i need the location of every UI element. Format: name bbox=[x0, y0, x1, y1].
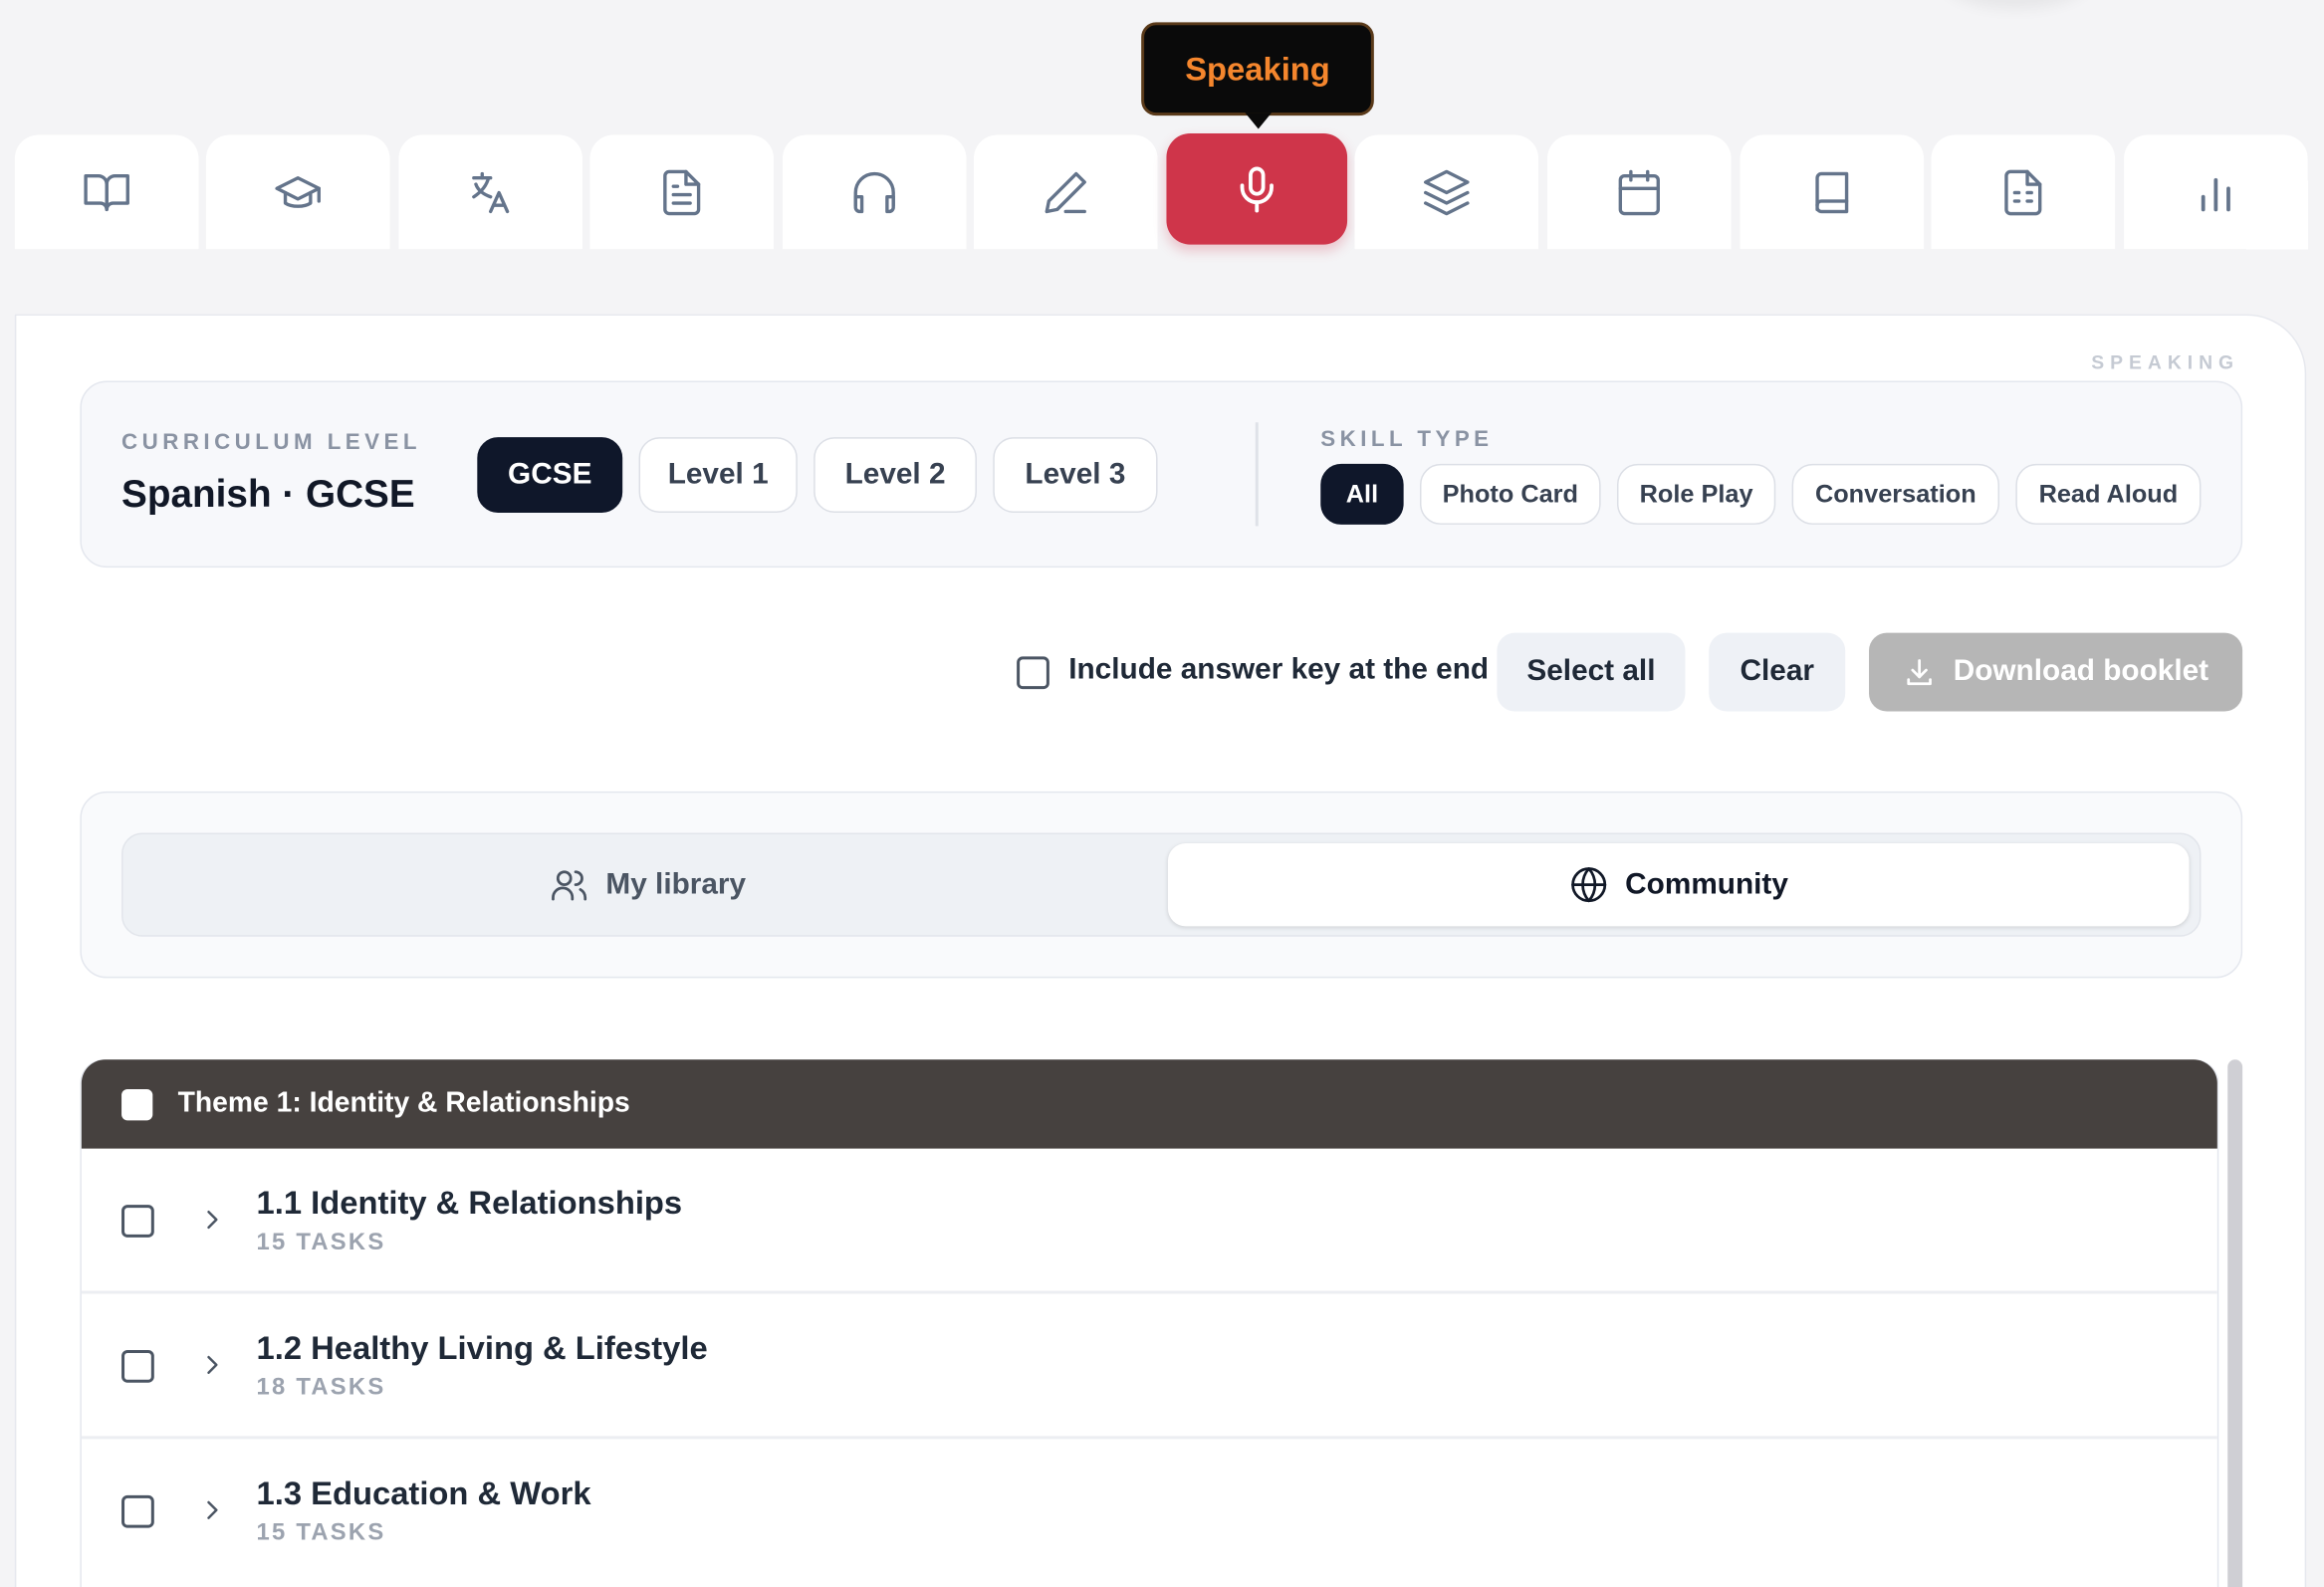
tab-reading[interactable] bbox=[14, 134, 199, 250]
chevron-right-icon[interactable] bbox=[198, 1207, 225, 1234]
download-booklet-button[interactable]: Download booklet bbox=[1869, 632, 2243, 712]
graduation-cap-icon bbox=[275, 175, 321, 208]
row-checkbox-1[interactable] bbox=[121, 1205, 154, 1238]
headphones-icon bbox=[853, 171, 895, 213]
level-pill-gcse[interactable]: GCSE bbox=[477, 437, 623, 514]
row-count-2: 18 TASKS bbox=[256, 1375, 386, 1401]
tooltip-arrow bbox=[1245, 113, 1273, 129]
curriculum-title: Spanish · GCSE bbox=[121, 471, 415, 517]
skill-type-label: SKILL TYPE bbox=[1320, 426, 1494, 452]
theme-checkbox[interactable] bbox=[121, 1089, 153, 1121]
my-library-label: My library bbox=[605, 867, 747, 901]
translate-icon bbox=[472, 171, 510, 213]
tab-calendar[interactable] bbox=[1547, 134, 1732, 250]
download-booklet-label: Download booklet bbox=[1953, 654, 2209, 688]
pencil-icon bbox=[1045, 171, 1086, 213]
speaking-tooltip: Speaking bbox=[1141, 22, 1374, 116]
answer-key-checkbox[interactable] bbox=[1017, 656, 1049, 690]
curriculum-level-label: CURRICULUM LEVEL bbox=[121, 429, 421, 455]
row-checkbox-3[interactable] bbox=[121, 1494, 154, 1528]
book-open-icon bbox=[84, 173, 129, 211]
calendar-icon bbox=[1618, 168, 1660, 215]
panel-divider bbox=[1255, 422, 1259, 527]
row-count-3: 15 TASKS bbox=[256, 1520, 386, 1546]
worksheet-icon bbox=[2004, 168, 2042, 215]
clear-button[interactable]: Clear bbox=[1709, 632, 1846, 712]
row-divider bbox=[81, 1290, 2217, 1293]
microphone-icon bbox=[1240, 165, 1274, 212]
row-title-1[interactable]: 1.1 Identity & Relationships bbox=[257, 1184, 683, 1223]
tab-translation[interactable] bbox=[398, 134, 582, 250]
row-count-1: 15 TASKS bbox=[256, 1230, 386, 1255]
globe-icon bbox=[1570, 867, 1606, 903]
document-icon bbox=[663, 168, 701, 215]
select-all-button[interactable]: Select all bbox=[1497, 632, 1686, 712]
row-divider bbox=[81, 1436, 2217, 1439]
app-stage: Speaking SPEAKING CURRICULUM LEVEL Spani… bbox=[0, 0, 2324, 1587]
my-library-tab[interactable]: My library bbox=[133, 843, 1162, 926]
theme-title: Theme 1: Identity & Relationships bbox=[177, 1087, 630, 1119]
users-icon bbox=[551, 870, 586, 901]
layers-icon bbox=[1424, 168, 1470, 215]
chevron-right-icon[interactable] bbox=[198, 1352, 225, 1379]
tab-worksheets[interactable] bbox=[1931, 134, 2116, 250]
tab-writing[interactable] bbox=[973, 134, 1158, 250]
skill-chip-read-aloud[interactable]: Read Aloud bbox=[2015, 463, 2202, 525]
tab-documents[interactable] bbox=[589, 134, 775, 250]
bar-chart-icon bbox=[2201, 177, 2230, 211]
level-pill-2[interactable]: Level 2 bbox=[813, 437, 977, 514]
row-checkbox-2[interactable] bbox=[121, 1350, 154, 1383]
skill-chip-conversation[interactable]: Conversation bbox=[1791, 463, 2000, 525]
tab-speaking[interactable] bbox=[1166, 132, 1348, 245]
skill-chip-role-play[interactable]: Role Play bbox=[1616, 463, 1776, 525]
tab-progress[interactable] bbox=[2124, 134, 2308, 250]
tab-listening[interactable] bbox=[782, 134, 967, 250]
row-title-3[interactable]: 1.3 Education & Work bbox=[257, 1474, 591, 1513]
community-label: Community bbox=[1625, 867, 1788, 901]
skill-chip-photo-card[interactable]: Photo Card bbox=[1420, 463, 1601, 525]
section-tag: SPEAKING bbox=[2091, 350, 2240, 374]
download-icon bbox=[1907, 658, 1932, 685]
scrollbar[interactable] bbox=[2227, 1059, 2243, 1587]
skill-chip-all[interactable]: All bbox=[1320, 463, 1404, 525]
answer-key-label[interactable]: Include answer key at the end bbox=[1068, 653, 1489, 687]
tab-flashcards[interactable] bbox=[1354, 134, 1539, 250]
row-title-2[interactable]: 1.2 Healthy Living & Lifestyle bbox=[257, 1329, 708, 1368]
tab-grammar[interactable] bbox=[205, 134, 390, 250]
level-pill-1[interactable]: Level 1 bbox=[638, 437, 798, 514]
tab-book[interactable] bbox=[1740, 134, 1925, 250]
community-tab[interactable]: Community bbox=[1167, 842, 2190, 927]
book-icon bbox=[1815, 171, 1849, 213]
level-pill-3[interactable]: Level 3 bbox=[993, 437, 1158, 514]
chevron-right-icon[interactable] bbox=[198, 1496, 225, 1523]
